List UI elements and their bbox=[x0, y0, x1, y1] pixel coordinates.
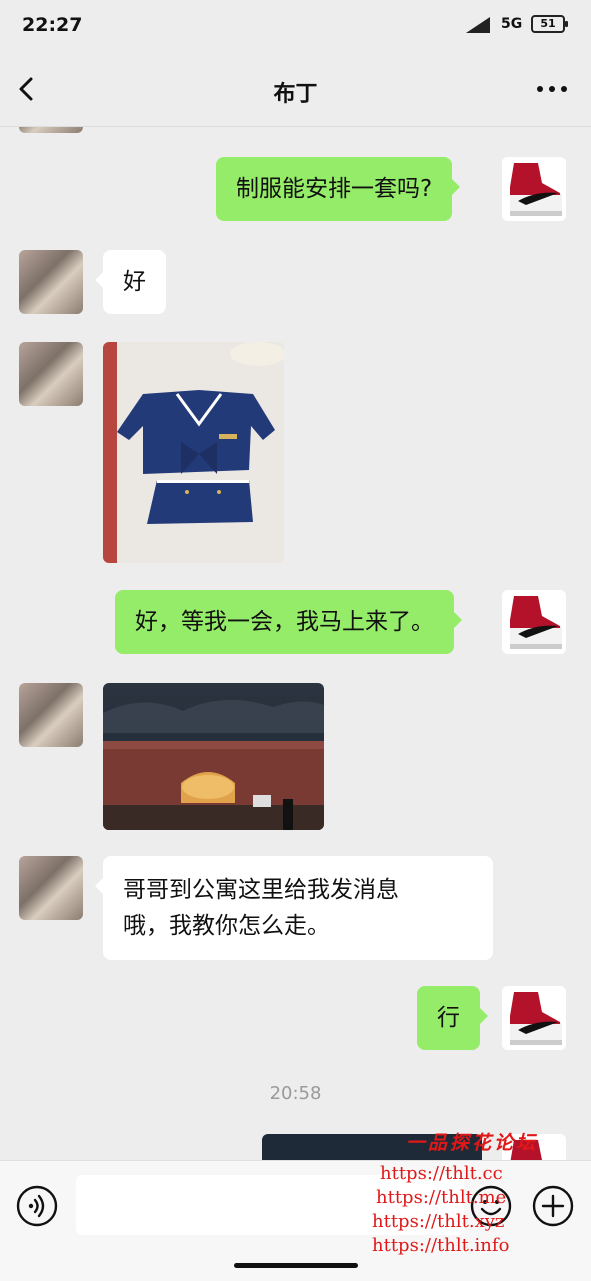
friend-avatar[interactable] bbox=[19, 127, 83, 133]
uniform-image bbox=[103, 342, 284, 563]
signal-icon bbox=[466, 17, 490, 33]
message-bubble[interactable]: 制服能安排一套吗? bbox=[216, 157, 461, 221]
status-time: 22:27 bbox=[22, 14, 83, 36]
my-avatar[interactable] bbox=[502, 986, 566, 1050]
friend-avatar[interactable] bbox=[19, 683, 83, 747]
sneaker-icon bbox=[502, 590, 566, 654]
timestamp: 20:58 bbox=[269, 1083, 322, 1104]
sneaker-icon bbox=[502, 986, 566, 1050]
message-input[interactable] bbox=[76, 1175, 464, 1235]
photo-partial[interactable] bbox=[262, 1134, 482, 1160]
friend-avatar[interactable] bbox=[19, 856, 83, 920]
message-text: 行 bbox=[437, 1005, 460, 1031]
message-text: 好，等我一会，我马上来了。 bbox=[135, 609, 434, 635]
message-text: 好 bbox=[123, 269, 146, 295]
chat-header: 布丁 bbox=[0, 52, 591, 127]
message-text-line2: 哦，我教你怎么走。 bbox=[123, 913, 330, 939]
home-indicator bbox=[234, 1263, 358, 1268]
plus-icon[interactable] bbox=[532, 1185, 574, 1227]
my-avatar[interactable] bbox=[502, 590, 566, 654]
message-bubble[interactable]: 好 bbox=[95, 250, 166, 314]
input-bar bbox=[0, 1160, 591, 1281]
status-bar: 22:27 5G 51 bbox=[0, 0, 591, 52]
emoji-icon[interactable] bbox=[470, 1185, 512, 1227]
chat-title: 布丁 bbox=[273, 82, 318, 107]
more-icon[interactable] bbox=[535, 76, 569, 102]
uniform-photo[interactable] bbox=[103, 342, 284, 563]
friend-avatar[interactable] bbox=[19, 342, 83, 406]
message-bubble[interactable]: 行 bbox=[417, 986, 488, 1050]
friend-avatar[interactable] bbox=[19, 250, 83, 314]
message-bubble[interactable]: 哥哥到公寓这里给我发消息 哦，我教你怎么走。 bbox=[95, 856, 493, 960]
sneaker-icon bbox=[502, 1134, 566, 1160]
message-bubble[interactable]: 好，等我一会，我马上来了。 bbox=[115, 590, 462, 654]
voice-icon[interactable] bbox=[16, 1185, 58, 1227]
network-type: 5G bbox=[501, 16, 523, 32]
building-photo[interactable] bbox=[103, 683, 324, 830]
my-avatar[interactable] bbox=[502, 157, 566, 221]
my-avatar[interactable] bbox=[502, 1134, 566, 1160]
message-list[interactable]: 制服能安排一套吗? 好 好，等我一会，我马上来了。 哥哥到公寓这里给我发消息 哦… bbox=[0, 127, 591, 1160]
building-image bbox=[103, 683, 324, 830]
message-text-line1: 哥哥到公寓这里给我发消息 bbox=[123, 877, 399, 903]
message-text: 制服能安排一套吗? bbox=[236, 176, 433, 202]
battery-indicator: 51 bbox=[531, 15, 568, 33]
sneaker-icon bbox=[502, 157, 566, 221]
